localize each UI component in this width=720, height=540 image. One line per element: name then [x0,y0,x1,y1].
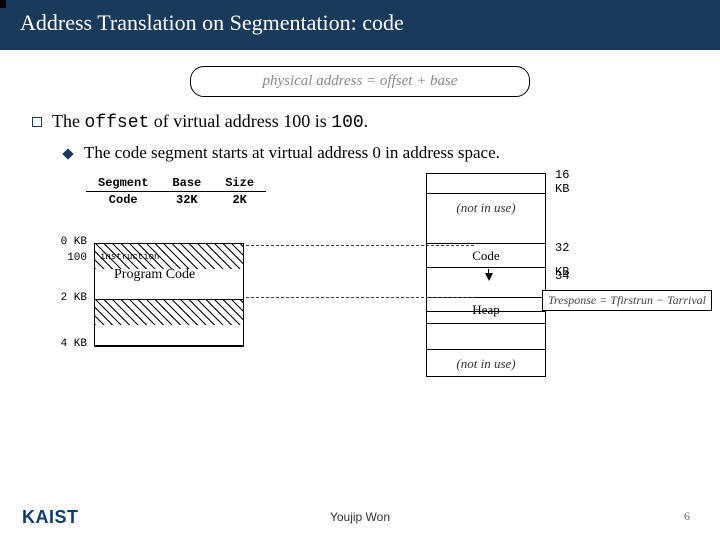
seg-r1: Code [86,192,160,209]
va-row-gap [94,325,244,345]
pm-code: Code 32 KB [426,243,546,267]
seg-r3: 2K [213,192,266,209]
seg-h2: Base [160,175,213,192]
seg-r2: 32K [160,192,213,209]
square-bullet-icon [32,117,42,127]
t3: of virtual address 100 is [149,111,331,131]
pm-notuse-2: (not in use) [426,349,546,377]
formula-text: physical address = offset + base [262,73,457,89]
diamond-bullet-icon [62,148,73,159]
bullet-main: The offset of virtual address 100 is 100… [32,111,696,133]
pm-notuse-1: (not in use) [426,193,546,225]
heap-divider [427,311,545,312]
pm-bottom-gap [426,323,546,349]
seg-h3: Size [213,175,266,192]
pm-heap-label: Heap [472,302,499,317]
lab-2kb: 2 KB [47,292,87,304]
t1: The [52,111,84,131]
va-row-4: 4 KB [94,345,244,347]
pm-heap: Heap [426,297,546,323]
dash-bot [246,297,474,298]
program-code-label: Program Code [114,267,195,283]
bullet-sub-text: The code segment starts at virtual addre… [84,143,500,163]
bullet-main-text: The offset of virtual address 100 is 100… [52,111,368,133]
pm-gap2: 34 KB [426,267,546,297]
slide-header: Address Translation on Segmentation: cod… [0,0,720,50]
lab-16kb: 16 KB [555,168,569,196]
instruction-label: instruction [100,252,159,262]
dash-top [246,245,474,246]
t2: offset [84,113,149,133]
content-area: The offset of virtual address 100 is 100… [0,111,720,433]
page-number: 6 [684,509,690,524]
seg-h1: Segment [86,175,160,192]
overlay-formula: Tresponse = Tfirstrun − Tarrival [542,290,712,311]
main-formula: physical address = offset + base [190,66,530,97]
slide-title: Address Translation on Segmentation: cod… [20,10,404,35]
arrow-down-icon [485,273,493,281]
lab-4kb: 4 KB [47,338,87,350]
t4: 100 [331,113,363,133]
segment-table: Segment Base Size Code 32K 2K [86,175,266,208]
pm-gap [426,225,546,243]
lab-100: 100 [47,252,87,264]
bullet-sub: The code segment starts at virtual addre… [64,143,696,163]
lab-0kb: 0 KB [47,236,87,248]
pm-code-label: Code [472,248,499,263]
pm-row-top: 16 KB [426,173,546,193]
va-row-2: 2 KB [94,299,244,325]
footer-author: Youjip Won [0,510,720,524]
t5: . [364,111,369,131]
overlay-formula-text: Tresponse = Tfirstrun − Tarrival [548,293,706,307]
corner-mark [0,0,6,8]
